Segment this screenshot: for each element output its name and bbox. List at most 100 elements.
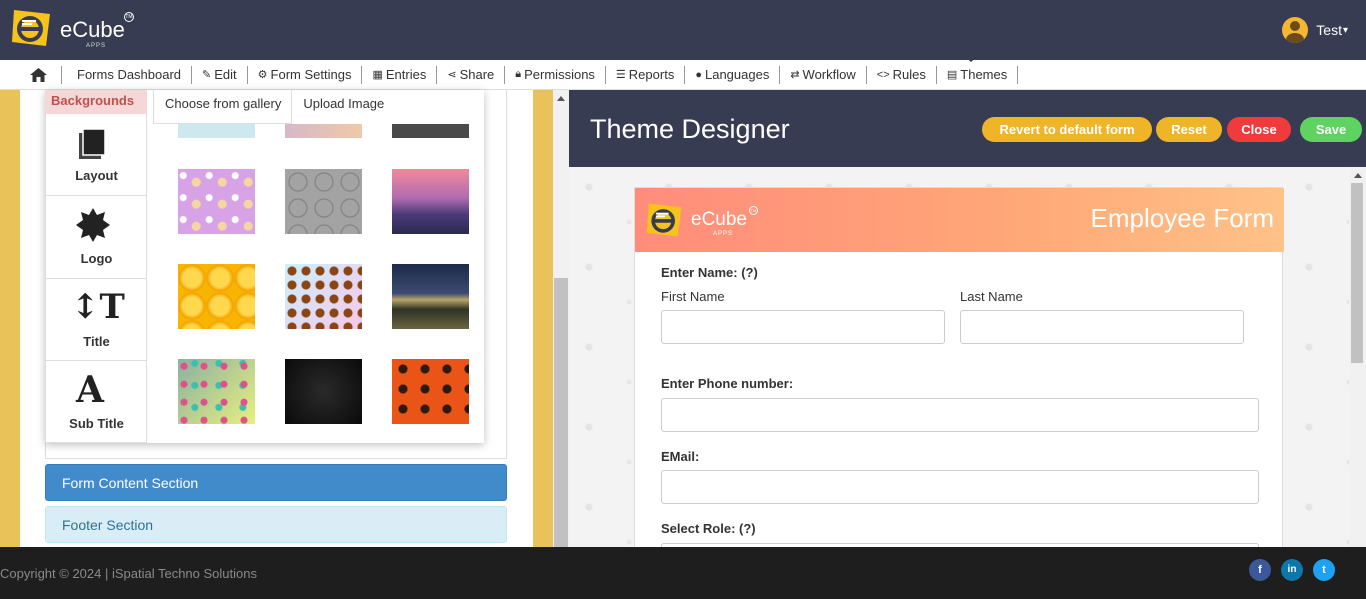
gallery-thumb[interactable] — [392, 169, 469, 234]
form-brand-name: eCube APPS — [691, 209, 747, 237]
nav-label: Form Settings — [270, 67, 352, 82]
table-icon: ▦ — [372, 69, 383, 81]
nav-themes[interactable]: ▤ Themes — [937, 54, 1019, 84]
trademark-badge: TM — [124, 12, 134, 22]
nav-form-settings[interactable]: ⚙ Form Settings — [248, 65, 363, 84]
theme-preview-panel: Theme Designer Revert to default form Re… — [569, 90, 1366, 547]
tab-title[interactable]: ↕T Title — [45, 279, 147, 361]
form-content-section-button[interactable]: Form Content Section — [45, 464, 507, 501]
gallery-thumb[interactable] — [178, 264, 255, 329]
tab-layout[interactable]: Layout — [45, 114, 147, 196]
tab-sub-title-label: Sub Title — [69, 416, 124, 431]
chevron-down-icon: ▾ — [1342, 24, 1348, 36]
nav-workflow[interactable]: ⇄ Workflow — [780, 65, 867, 84]
form-preview: eCube APPS TM Employee Form Enter Name: … — [634, 187, 1284, 547]
text-height-icon: ↕T — [71, 287, 125, 327]
home-icon — [30, 67, 47, 82]
email-input[interactable] — [661, 470, 1259, 504]
email-label: EMail: — [661, 449, 700, 464]
scrollbar-thumb[interactable] — [1351, 183, 1363, 363]
save-button[interactable]: Save — [1300, 117, 1362, 142]
revert-to-default-button[interactable]: Revert to default form — [982, 117, 1152, 142]
form-title: Employee Form — [1090, 203, 1275, 233]
linkedin-icon[interactable]: in — [1281, 559, 1303, 581]
gallery-tab-bar: Choose from gallery Upload Image — [153, 90, 453, 124]
nav-label: Forms Dashboard — [77, 67, 182, 82]
facebook-icon[interactable]: f — [1249, 559, 1271, 581]
tab-logo[interactable]: Logo — [45, 196, 147, 279]
gallery-thumb[interactable] — [392, 264, 469, 329]
retweet-icon: ⇄ — [790, 69, 800, 81]
gallery-thumb[interactable] — [285, 359, 362, 424]
phone-label: Enter Phone number: — [661, 376, 794, 391]
footer-section-button[interactable]: Footer Section — [45, 506, 507, 543]
last-name-input[interactable] — [960, 310, 1244, 344]
brand-name: eCube APPS — [60, 17, 125, 49]
code-icon: <> — [876, 68, 890, 81]
ecube-logo-icon — [12, 10, 50, 46]
designer-tab-column: Layout Logo ↕T Title A Sub Title — [45, 114, 147, 443]
close-button[interactable]: Close — [1227, 117, 1291, 142]
home-nav-item[interactable] — [0, 65, 62, 84]
theme-designer-title: Theme Designer — [590, 114, 790, 144]
form-trademark-badge: TM — [749, 205, 758, 215]
layout-icon — [79, 128, 106, 159]
tab-choose-from-gallery[interactable]: Choose from gallery — [153, 90, 293, 124]
tab-sub-title[interactable]: A Sub Title — [45, 361, 147, 443]
theme-options-inner: Backgrounds Layout Logo ↕T Title A Sub T… — [20, 90, 533, 547]
nav-languages[interactable]: ● Languages — [685, 65, 781, 84]
nav-edit[interactable]: ✎ Edit — [192, 65, 248, 84]
gear-icon: ⚙ — [257, 69, 268, 81]
user-avatar-icon — [1282, 17, 1309, 43]
brand-sub: APPS — [86, 43, 107, 49]
font-icon: A — [76, 369, 104, 411]
form-brand-sub: APPS — [713, 231, 734, 237]
ecube-logo[interactable]: eCube APPS TM — [10, 6, 134, 50]
nav-reports[interactable]: ☰ Reports — [606, 65, 686, 84]
nav-label: Entries — [385, 67, 427, 82]
gallery-thumb[interactable] — [178, 359, 255, 424]
gallery-thumb[interactable] — [178, 124, 255, 138]
scroll-up-arrow-icon[interactable] — [557, 96, 565, 101]
first-name-label: First Name — [661, 289, 725, 304]
first-name-input[interactable] — [661, 310, 945, 344]
theme-options-panel: Backgrounds Layout Logo ↕T Title A Sub T… — [0, 90, 553, 547]
left-panel-scrollbar[interactable] — [553, 90, 569, 547]
newspaper-icon: ▤ — [946, 69, 958, 81]
lock-icon: 🔒︎ — [515, 68, 522, 80]
nav-label: Share — [459, 67, 495, 82]
scrollbar-thumb[interactable] — [554, 278, 568, 547]
page-footer: Copyright © 2024 | iSpatial Techno Solut… — [0, 547, 1366, 599]
preview-scrollbar[interactable] — [1349, 167, 1366, 547]
twitter-icon[interactable]: t — [1313, 559, 1335, 581]
gallery-thumb[interactable] — [392, 359, 469, 424]
gallery-thumb[interactable] — [285, 264, 362, 329]
nav-label: Edit — [214, 67, 237, 82]
scroll-up-arrow-icon[interactable] — [1354, 173, 1362, 178]
nav-label: Workflow — [802, 67, 856, 82]
top-header: eCube APPS TM Test ▾ — [0, 0, 1366, 60]
nav-label: Reports — [628, 67, 675, 82]
nav-entries[interactable]: ▦ Entries — [362, 65, 438, 84]
ecube-logo-icon — [646, 203, 682, 237]
copyright-text: Copyright © 2024 | iSpatial Techno Solut… — [0, 566, 257, 581]
gallery-thumb[interactable] — [285, 169, 362, 234]
enter-name-label: Enter Name: (?) — [661, 265, 758, 280]
certificate-icon — [76, 208, 110, 242]
nav-share[interactable]: ⋖ Share — [437, 65, 506, 84]
tab-upload-image[interactable]: Upload Image — [292, 90, 394, 124]
gallery-thumb[interactable] — [392, 124, 469, 138]
reset-button[interactable]: Reset — [1156, 117, 1222, 142]
form-logo: eCube APPS TM — [645, 200, 758, 240]
nav-forms-dashboard[interactable]: Forms Dashboard — [62, 65, 193, 84]
user-menu[interactable]: Test ▾ — [1282, 17, 1348, 43]
nav-permissions[interactable]: 🔒︎ Permissions — [505, 65, 606, 84]
gallery-thumb[interactable] — [285, 124, 362, 138]
theme-designer-bar: Theme Designer Revert to default form Re… — [569, 90, 1366, 167]
phone-input[interactable] — [661, 398, 1259, 432]
user-name: Test — [1316, 22, 1342, 38]
nav-rules[interactable]: <> Rules — [867, 65, 937, 84]
globe-icon: ● — [695, 68, 702, 81]
gallery-thumb[interactable] — [178, 169, 255, 234]
share-icon: ⋖ — [447, 69, 457, 81]
